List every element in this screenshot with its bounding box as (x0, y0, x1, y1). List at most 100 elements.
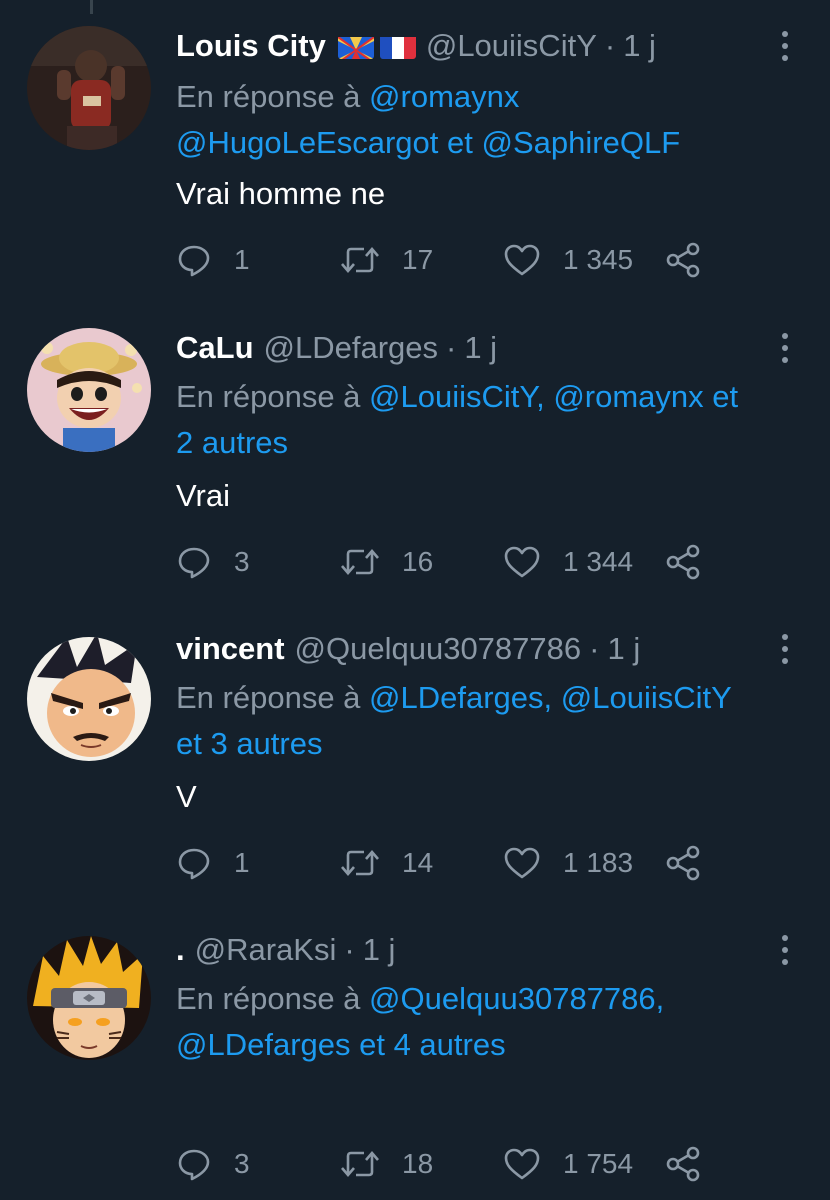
tweet-header: CaLu @LDefarges · 1 j (176, 328, 497, 368)
tweet-text: Vrai homme ne (176, 176, 386, 211)
like-count: 1 345 (563, 244, 634, 275)
reply-prefix: En réponse à (176, 981, 361, 1016)
mention-link[interactable]: @romaynx et (553, 379, 738, 414)
reply-button[interactable]: 3 (176, 1142, 250, 1186)
separator-dot: · (446, 330, 457, 365)
reply-prefix: En réponse à (176, 79, 361, 114)
tweet-text: V (176, 779, 197, 814)
reply-icon (178, 245, 210, 277)
tweet-actions: 1 17 1 345 (176, 238, 736, 282)
display-name[interactable]: . (176, 930, 185, 970)
others-link[interactable]: et 3 autres (176, 726, 322, 761)
tweet-header: Louis City @LouiisCitY · 1 j (176, 26, 656, 66)
user-handle[interactable]: @Quelquu30787786 (295, 629, 582, 669)
france-flag-icon (379, 33, 416, 59)
retweet-icon (341, 549, 379, 575)
retweet-icon (341, 850, 379, 876)
reply-icon (178, 547, 210, 579)
display-name[interactable]: Louis City (176, 26, 326, 66)
retweet-count: 17 (402, 244, 434, 275)
share-button[interactable] (664, 841, 702, 885)
more-options-icon (782, 935, 788, 965)
avatar-vincent[interactable] (27, 637, 151, 761)
share-icon (666, 845, 700, 881)
more-options-icon (782, 634, 788, 664)
reply-button[interactable]: 1 (176, 841, 250, 885)
share-icon (666, 1146, 700, 1182)
more-options-button[interactable] (770, 631, 800, 667)
avatar-calu[interactable] (27, 328, 151, 452)
share-button[interactable] (664, 238, 702, 282)
timestamp[interactable]: 1 j (623, 26, 656, 66)
timestamp[interactable]: 1 j (464, 328, 497, 368)
reply-connector: et (447, 125, 473, 160)
separator-dot: · (344, 932, 355, 967)
mention-link[interactable]: @HugoLeEscargot (176, 125, 438, 160)
timestamp[interactable]: 1 j (363, 930, 396, 970)
reunion-flag-icon (337, 33, 374, 59)
like-button[interactable]: 1 183 (503, 841, 633, 885)
tweet-actions: 3 16 1 344 (176, 540, 736, 584)
avatar-raraksi[interactable] (27, 936, 151, 1060)
tweet-actions: 3 18 1 754 (176, 1142, 736, 1186)
reply-icon (178, 848, 210, 880)
user-handle[interactable]: @LouiisCitY (426, 26, 597, 66)
more-options-button[interactable] (770, 330, 800, 366)
more-options-button[interactable] (770, 932, 800, 968)
like-icon (504, 847, 540, 879)
tweet-header: vincent @Quelquu30787786 · 1 j (176, 629, 640, 669)
retweet-button[interactable]: 16 (340, 540, 433, 584)
tweet-calu[interactable]: CaLu @LDefarges · 1 j En réponse à @Loui… (0, 328, 830, 598)
like-button[interactable]: 1 345 (503, 238, 633, 282)
mention-link[interactable]: @LDefarges, (369, 680, 552, 715)
reply-icon (178, 1149, 210, 1181)
reply-button[interactable]: 3 (176, 540, 250, 584)
reply-context: En réponse à @LouiisCitY, @romaynx et 2 … (176, 374, 806, 466)
reply-count: 3 (234, 1148, 250, 1179)
retweet-button[interactable]: 17 (340, 238, 433, 282)
mention-link[interactable]: @romaynx (369, 79, 519, 114)
share-button[interactable] (664, 1142, 702, 1186)
like-icon (504, 244, 540, 276)
like-count: 1 183 (563, 847, 634, 878)
mention-link[interactable]: @SaphireQLF (482, 125, 681, 160)
like-count: 1 344 (563, 546, 634, 577)
mention-link[interactable]: @LDefarges et 4 autres (176, 1027, 506, 1062)
retweet-button[interactable]: 14 (340, 841, 433, 885)
retweet-button[interactable]: 18 (340, 1142, 433, 1186)
others-link[interactable]: 2 autres (176, 425, 288, 460)
tweet-vincent[interactable]: vincent @Quelquu30787786 · 1 j En répons… (0, 629, 830, 899)
retweet-count: 18 (402, 1148, 434, 1179)
display-name[interactable]: CaLu (176, 328, 254, 368)
mention-link[interactable]: @LouiisCitY (561, 680, 732, 715)
reply-context: En réponse à @LDefarges, @LouiisCitY et … (176, 675, 806, 767)
display-name[interactable]: vincent (176, 629, 285, 669)
retweet-count: 14 (402, 847, 434, 878)
mention-link[interactable]: @LouiisCitY, (369, 379, 545, 414)
like-button[interactable]: 1 344 (503, 540, 633, 584)
flag-emojis (337, 33, 416, 59)
more-options-button[interactable] (770, 28, 800, 64)
thread-connector-line (90, 0, 93, 14)
reply-button[interactable]: 1 (176, 238, 250, 282)
separator-dot: · (604, 28, 616, 63)
share-icon (666, 544, 700, 580)
reply-prefix: En réponse à (176, 379, 361, 414)
mention-link[interactable]: @Quelquu30787786, (369, 981, 664, 1016)
timestamp[interactable]: 1 j (607, 629, 640, 669)
tweet-raraksi[interactable]: . @RaraKsi · 1 j En réponse à @Quelquu30… (0, 930, 830, 1200)
like-button[interactable]: 1 754 (503, 1142, 633, 1186)
reply-count: 1 (234, 244, 250, 275)
user-handle[interactable]: @RaraKsi (195, 930, 337, 970)
reply-prefix: En réponse à (176, 680, 361, 715)
reply-count: 3 (234, 546, 250, 577)
like-icon (504, 1148, 540, 1180)
reply-context: En réponse à @romaynx @HugoLeEscargot et… (176, 74, 806, 166)
retweet-count: 16 (402, 546, 434, 577)
tweet-louis-city[interactable]: Louis City @LouiisCitY · 1 j En réponse … (0, 26, 830, 296)
more-options-icon (782, 333, 788, 363)
avatar-louis-city[interactable] (27, 26, 151, 150)
share-button[interactable] (664, 540, 702, 584)
user-handle[interactable]: @LDefarges (264, 328, 439, 368)
reply-context: En réponse à @Quelquu30787786, @LDefarge… (176, 976, 806, 1068)
